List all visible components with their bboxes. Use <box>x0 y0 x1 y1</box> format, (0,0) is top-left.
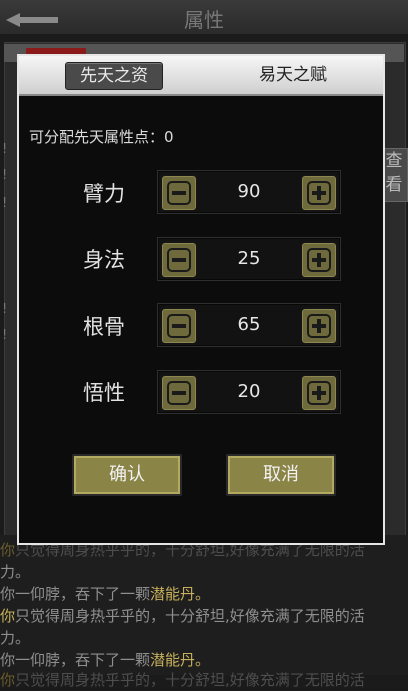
screen-title: 属性 <box>184 8 224 32</box>
available-points-value: 0 <box>164 128 174 146</box>
bg-mark-icon: ! <box>2 196 8 211</box>
log-line: 力。 <box>0 629 31 647</box>
increase-strength-button[interactable] <box>300 174 338 212</box>
decrease-constitution-button[interactable] <box>160 307 198 345</box>
plus-icon <box>307 314 331 338</box>
tab-changed-talent[interactable]: 易天之赋 <box>245 62 341 88</box>
decrease-agility-button[interactable] <box>160 241 198 279</box>
increase-constitution-button[interactable] <box>300 307 338 345</box>
tab-innate-talent[interactable]: 先天之资 <box>65 62 163 90</box>
increase-agility-button[interactable] <box>300 241 338 279</box>
available-points-label: 可分配先天属性点： <box>29 128 165 146</box>
attr-label-strength: 臂力 <box>83 182 125 206</box>
bg-mark-icon: ! <box>2 302 8 317</box>
log-line: 你只觉得周身热乎乎的，十分舒坦,好像充满了无限的活 <box>0 607 365 625</box>
decrease-strength-button[interactable] <box>160 174 198 212</box>
attr-value-agility: 25 <box>237 248 261 269</box>
log-line: 你一仰脖，吞下了一颗潜能丹。 <box>0 651 211 669</box>
confirm-button[interactable]: 确认 <box>72 454 182 496</box>
minus-icon <box>167 314 191 338</box>
attr-label-constitution: 根骨 <box>83 315 125 339</box>
attr-value-strength: 90 <box>237 181 261 202</box>
attr-label-agility: 身法 <box>83 248 125 272</box>
plus-icon <box>307 248 331 272</box>
attr-value-constitution: 65 <box>237 314 261 335</box>
attr-value-comprehension: 20 <box>237 381 261 402</box>
available-points: 可分配先天属性点：0 <box>29 126 174 147</box>
attr-label-comprehension: 悟性 <box>83 381 125 405</box>
plus-icon <box>307 381 331 405</box>
attr-stepper-constitution: 65 <box>157 303 341 347</box>
plus-icon <box>307 181 331 205</box>
log-line: 你只觉得周身热乎乎的，十分舒坦,好像充满了无限的活 <box>0 671 365 689</box>
log-line: 力。 <box>0 563 31 581</box>
attr-stepper-comprehension: 20 <box>157 370 341 414</box>
bg-mark-icon: ! <box>2 142 8 157</box>
decrease-comprehension-button[interactable] <box>160 374 198 412</box>
minus-icon <box>167 381 191 405</box>
attr-stepper-agility: 25 <box>157 237 341 281</box>
message-log: 你只觉得周身热乎乎的，十分舒坦,好像充满了无限的活 力。 你一仰脖，吞下了一颗潜… <box>0 535 408 689</box>
bg-mark-icon: ! <box>2 328 8 343</box>
attribute-dialog: 先天之资 易天之赋 可分配先天属性点：0 臂力 90 身法 25 根骨 65 悟… <box>17 54 385 545</box>
screen-header: 属性 <box>0 0 408 34</box>
cancel-button[interactable]: 取消 <box>226 454 336 496</box>
minus-icon <box>167 248 191 272</box>
dialog-tabbar: 先天之资 易天之赋 <box>19 56 383 96</box>
increase-comprehension-button[interactable] <box>300 374 338 412</box>
log-line: 你一仰脖，吞下了一颗潜能丹。 <box>0 585 211 603</box>
bg-mark-icon: ! <box>2 168 8 183</box>
minus-icon <box>167 181 191 205</box>
attr-stepper-strength: 90 <box>157 170 341 214</box>
